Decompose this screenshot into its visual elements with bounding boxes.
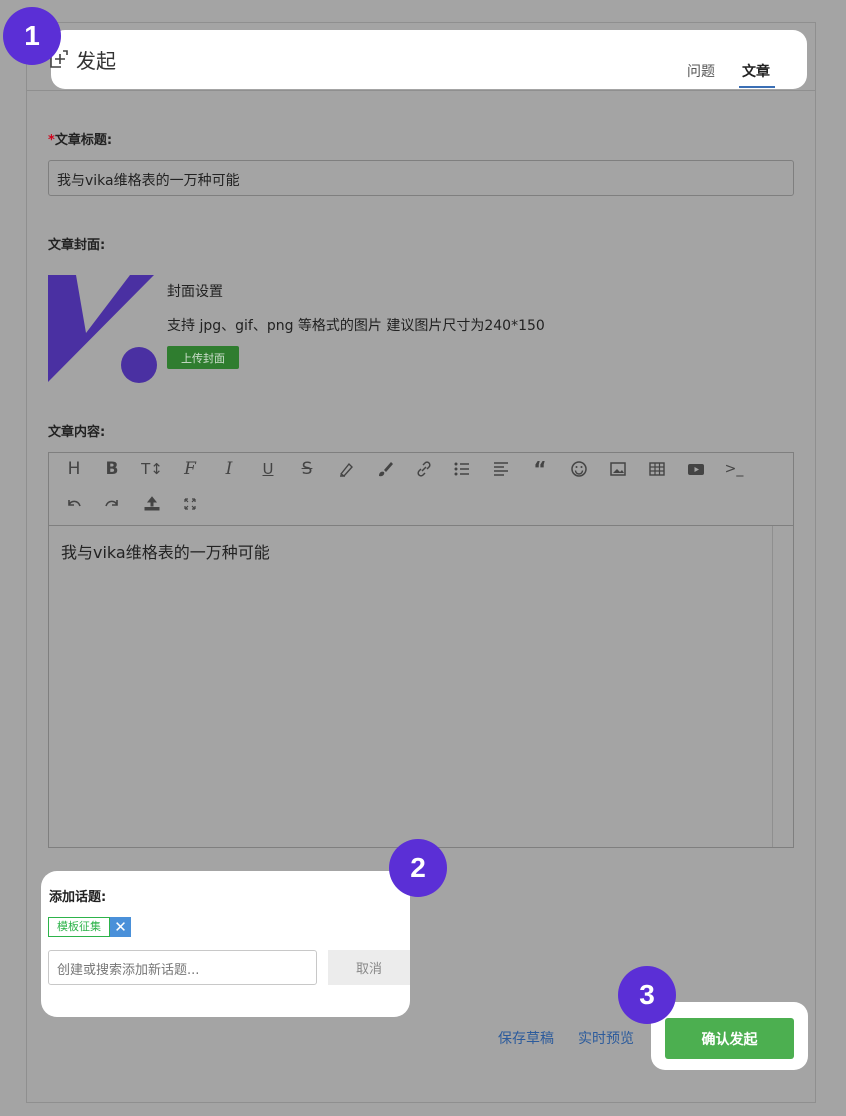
topic-tag: 模板征集 ✕ <box>48 917 131 937</box>
table-icon[interactable] <box>646 458 668 480</box>
step-badge-3: 3 <box>618 966 676 1024</box>
title-label: *文章标题: <box>48 129 112 148</box>
video-icon[interactable] <box>685 458 707 480</box>
brush-icon[interactable] <box>374 458 396 480</box>
title-input[interactable]: 我与vika维格表的一万种可能 <box>48 160 794 196</box>
highlighter-icon[interactable] <box>335 458 357 480</box>
heading-icon[interactable]: H <box>63 458 85 480</box>
editor-scrollbar[interactable] <box>772 526 773 847</box>
code-icon[interactable]: >_ <box>723 458 745 480</box>
save-draft-button[interactable]: 保存草稿 <box>498 1028 554 1048</box>
tab-article[interactable]: 文章 <box>742 61 770 81</box>
link-icon[interactable] <box>413 458 435 480</box>
redo-icon[interactable] <box>101 493 123 515</box>
editor-toolbar: H B T↕ F I U S “ >_ <box>49 453 793 526</box>
remove-tag-icon[interactable]: ✕ <box>110 917 131 937</box>
cover-label: 文章封面: <box>48 238 106 253</box>
image-icon[interactable] <box>607 458 629 480</box>
upload-icon[interactable] <box>141 493 163 515</box>
quote-icon[interactable]: “ <box>529 457 551 481</box>
active-tab-indicator <box>739 86 775 88</box>
cover-hint: 支持 jpg、gif、png 等格式的图片 建议图片尺寸为240*150 <box>167 318 545 334</box>
step-badge-2: 2 <box>389 839 447 897</box>
cancel-button[interactable]: 取消 <box>328 950 410 985</box>
topic-label: 添加话题: <box>49 890 107 905</box>
content-text[interactable]: 我与vika维格表的一万种可能 <box>61 539 270 563</box>
step-badge-1: 1 <box>3 7 61 65</box>
cover-heading: 封面设置 <box>167 284 223 300</box>
page-title: 发起 <box>76 49 116 73</box>
header-divider <box>27 90 815 91</box>
list-icon[interactable] <box>451 458 473 480</box>
strikethrough-icon[interactable]: S <box>296 458 318 480</box>
content-editor: H B T↕ F I U S “ >_ 我与vika维格表的一万种可能 <box>48 452 794 848</box>
font-size-icon[interactable]: T↕ <box>141 458 163 480</box>
tab-question[interactable]: 问题 <box>687 61 715 81</box>
bold-icon[interactable]: B <box>101 458 123 480</box>
content-label: 文章内容: <box>48 425 106 440</box>
required-mark: * <box>48 133 55 148</box>
topic-search-input[interactable]: 创建或搜索添加新话题... <box>48 950 317 985</box>
underline-icon[interactable]: U <box>257 458 279 480</box>
align-icon[interactable] <box>490 458 512 480</box>
italic-icon[interactable]: I <box>218 458 240 480</box>
title-label-text: 文章标题: <box>54 133 113 148</box>
confirm-button[interactable]: 确认发起 <box>665 1018 794 1059</box>
upload-cover-button[interactable]: 上传封面 <box>167 346 239 369</box>
preview-button[interactable]: 实时预览 <box>578 1028 634 1048</box>
topic-tag-label: 模板征集 <box>48 917 110 937</box>
cover-image <box>48 275 157 383</box>
undo-icon[interactable] <box>63 493 85 515</box>
fullscreen-icon[interactable] <box>179 493 201 515</box>
emoji-icon[interactable] <box>568 458 590 480</box>
font-family-icon[interactable]: F <box>179 458 201 480</box>
